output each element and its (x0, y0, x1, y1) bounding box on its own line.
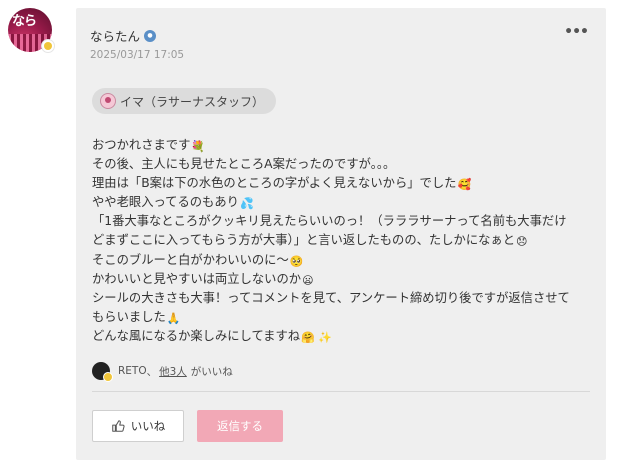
post-line-text: 理由は「B案は下の水色のところの字がよく見えないから」でした (92, 176, 457, 191)
post-line: そこのブルーと白がかわいいのに〜🥺 (92, 251, 602, 270)
post-line-text: シールの大きさも大事！ってコメントを見て、アンケート締め切り後ですが返信させて (92, 290, 570, 305)
divider (92, 391, 590, 392)
like-button-label: いいね (130, 419, 166, 433)
post-line: おつかれさまです💐 (92, 136, 602, 155)
post-line-text: やや老眼入ってるのもあり (92, 195, 239, 210)
emoji-icon: 😦 (302, 273, 314, 287)
likes-suffix: がいいね (190, 365, 233, 378)
post-line-text: 「1番大事なところがクッキリ見えたらいいのっ！（ラララサーナって名前も大事だけ (92, 214, 567, 229)
emoji-icon: 💐 (191, 140, 206, 153)
post-line: 「1番大事なところがクッキリ見えたらいいのっ！（ラララサーナって名前も大事だけ (92, 212, 602, 231)
author-name[interactable]: ならたん (90, 26, 140, 45)
post-date: 2025/03/17 17:05 (90, 49, 185, 61)
post-line: もらいました🙏 (92, 308, 602, 327)
post-line-text: おつかれさまです (92, 138, 191, 152)
likes-others-link[interactable]: 他3人 (159, 364, 187, 379)
mention-chip[interactable]: イマ（ラサーナスタッフ） (92, 88, 277, 114)
emoji-icon: 🙏 (166, 311, 181, 325)
post-line-text: もらいました (92, 309, 166, 324)
avatar-text: なら (12, 14, 37, 29)
emoji-icon: 😞 (516, 235, 528, 249)
reply-button[interactable]: 返信する (197, 410, 283, 442)
rank-badge-icon (41, 39, 55, 53)
post-line: どまずここに入ってもらう方が大事）」と言い返したものの、たしかになぁと😞 (92, 231, 602, 250)
post-line: 理由は「B案は下の水色のところの字がよく見えないから」でした🥰 (92, 174, 602, 193)
likes-summary: RETO 、 他3人 がいいね (92, 362, 233, 382)
user-badge-icon: ● (144, 29, 157, 42)
post-line-text: その後、主人にも見せたところA案だったのですが。。。 (92, 157, 396, 172)
post-line-text: かわいいと見やすいは両立しないのか (92, 271, 302, 286)
post-line: その後、主人にも見せたところA案だったのですが。。。 (92, 155, 602, 174)
like-button[interactable]: いいね (92, 410, 184, 442)
thumbs-up-icon (111, 419, 125, 433)
liker-avatar[interactable] (92, 362, 113, 382)
post-card: ならたん ● 2025/03/17 17:05 ••• イマ（ラサーナスタッフ）… (76, 8, 606, 460)
post-line-text: そこのブルーと白がかわいいのに〜 (92, 252, 289, 267)
emoji-icon: 🥰 (457, 178, 472, 192)
author-name-row[interactable]: ならたん ● (90, 26, 157, 45)
mention-label: イマ（ラサーナスタッフ） (120, 94, 265, 109)
post-line: どんな風になるか楽しみにしてますね🤗 ✨ (92, 327, 602, 346)
emoji-icon: 💦 (239, 197, 254, 211)
post-line: かわいいと見やすいは両立しないのか😦 (92, 270, 602, 289)
likes-separator: 、 (146, 365, 158, 378)
post-line: シールの大きさも大事！ってコメントを見て、アンケート締め切り後ですが返信させて (92, 289, 602, 308)
author-avatar-wrap[interactable]: なら (8, 8, 55, 54)
post-line-text: どまずここに入ってもらう方が大事）」と言い返したものの、たしかになぁと (92, 233, 516, 248)
emoji-icon: 🥺 (289, 254, 304, 268)
liker-name: RETO (118, 365, 147, 377)
post-line-text: どんな風になるか楽しみにしてますね (92, 328, 301, 343)
post-body: おつかれさまです💐 その後、主人にも見せたところA案だったのですが。。。理由は「B… (92, 136, 602, 346)
mention-avatar-icon (100, 93, 116, 109)
emoji-icon: 🤗 ✨ (301, 330, 332, 344)
more-options-icon[interactable]: ••• (564, 24, 589, 40)
post-line: やや老眼入ってるのもあり💦 (92, 193, 602, 212)
